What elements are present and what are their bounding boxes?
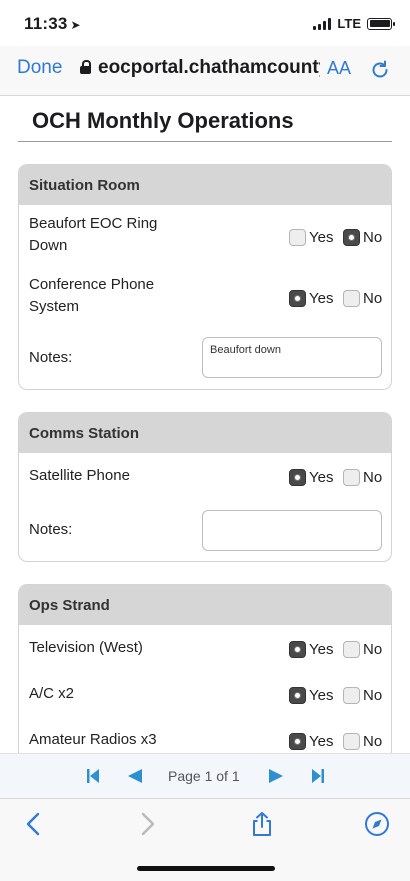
form-content[interactable]: OCH Monthly Operations Situation Room Be… [0,97,410,753]
radio-no[interactable]: No [343,290,382,307]
row-label: Satellite Phone [29,467,130,484]
section-title: Situation Room [19,165,391,205]
notes-field[interactable] [202,510,382,551]
radio-label: No [363,469,383,486]
home-indicator [137,866,275,871]
done-button[interactable]: Done [17,57,62,79]
radio-box[interactable] [343,641,360,658]
text-size-button[interactable]: AA [327,58,351,79]
title-divider [18,141,392,142]
radio-box-selected[interactable] [289,641,306,658]
radio-label: Yes [309,733,334,750]
radio-box-selected[interactable] [289,687,306,704]
radio-label: Yes [309,469,334,486]
forward-icon[interactable] [134,811,160,837]
row-label: Beaufort EOC Ring Down [29,215,158,254]
radio-label: Yes [309,229,334,246]
status-indicators: LTE [313,16,395,31]
browser-nav-bar: Done eocportal.chathamcounty AA [0,46,410,96]
time-text: 11:33 [24,14,68,33]
network-label: LTE [337,16,361,31]
radio-no[interactable]: No [343,229,382,246]
radio-yes[interactable]: Yes [289,641,333,658]
radio-box[interactable] [343,290,360,307]
radio-box-selected[interactable] [343,229,360,246]
section-ops-strand: Ops Strand Television (West) Yes No A/C … [18,584,392,753]
radio-label: No [363,229,383,246]
radio-box[interactable] [343,733,360,750]
section-situation-room: Situation Room Beaufort EOC Ring Down Ye… [18,164,392,390]
page-title: OCH Monthly Operations [32,108,294,133]
radio-box-selected[interactable] [289,733,306,750]
radio-yes[interactable]: Yes [289,687,333,704]
notes-field[interactable]: Beaufort down [202,337,382,378]
radio-label: No [363,641,383,658]
radio-box-selected[interactable] [289,290,306,307]
radio-label: No [363,290,383,307]
row-label: Amateur Radios x3 [29,731,157,748]
section-title: Comms Station [19,413,391,453]
prev-page-icon[interactable] [127,768,143,784]
radio-no[interactable]: No [343,641,382,658]
status-time: 11:33 ➤ [24,14,81,34]
share-icon[interactable] [249,811,275,837]
page-indicator: Page 1 of 1 [168,768,240,784]
signal-icon [313,17,332,30]
radio-yes[interactable]: Yes [289,229,333,246]
pager: Page 1 of 1 [0,753,410,798]
radio-box[interactable] [289,229,306,246]
reload-icon[interactable] [368,58,392,82]
lock-icon [80,60,91,74]
row-label: A/C x2 [29,685,75,702]
back-icon[interactable] [21,811,47,837]
url-text: eocportal.chathamcounty [98,57,320,78]
radio-label: No [363,733,383,750]
notes-label: Notes: [29,521,73,538]
battery-icon [367,17,395,30]
section-comms-station: Comms Station Satellite Phone Yes No Not… [18,412,392,562]
radio-label: No [363,687,383,704]
radio-no[interactable]: No [343,733,382,750]
radio-yes[interactable]: Yes [289,469,333,486]
location-arrow-icon: ➤ [70,18,81,32]
row-label: Television (West) [29,639,143,656]
radio-box-selected[interactable] [289,469,306,486]
radio-no[interactable]: No [343,469,382,486]
last-page-icon[interactable] [311,768,325,784]
notes-label: Notes: [29,349,73,366]
first-page-icon[interactable] [86,768,100,784]
status-bar: 11:33 ➤ LTE [0,0,410,46]
radio-yes[interactable]: Yes [289,290,333,307]
compass-icon[interactable] [364,811,390,837]
radio-yes[interactable]: Yes [289,733,333,750]
row-label: Conference Phone System [29,276,155,315]
url-field[interactable]: eocportal.chathamcounty [80,57,320,79]
radio-box[interactable] [343,469,360,486]
radio-label: Yes [309,687,334,704]
radio-box[interactable] [343,687,360,704]
radio-label: Yes [309,290,334,307]
section-title: Ops Strand [19,585,391,625]
next-page-icon[interactable] [268,768,284,784]
radio-label: Yes [309,641,334,658]
radio-no[interactable]: No [343,687,382,704]
